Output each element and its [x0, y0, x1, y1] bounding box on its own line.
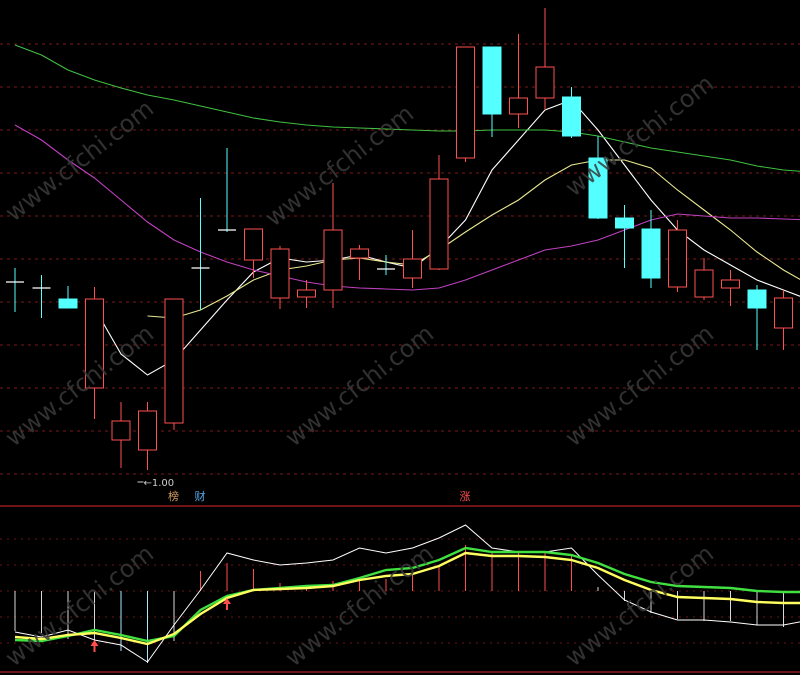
candle-body-up — [403, 258, 422, 279]
candle-body-down — [615, 217, 634, 229]
signal-label: 榜 — [168, 489, 179, 503]
candle-body-up — [244, 228, 263, 261]
low-marker-label: ←1.00 — [144, 478, 175, 489]
candle-body-up — [297, 289, 316, 298]
candle-body-up — [270, 248, 290, 299]
signal-label: 涨 — [460, 490, 471, 503]
candle-body-up — [429, 178, 449, 270]
candle-body-up — [138, 410, 157, 451]
buy-arrow-icon — [90, 640, 99, 652]
candle-body-up — [509, 97, 528, 115]
candle-body-down — [641, 228, 661, 279]
candle-body-down — [562, 96, 581, 137]
candle-body-up — [721, 279, 740, 289]
candle-body-up — [668, 229, 687, 288]
candle-body-down — [747, 289, 767, 309]
candle-body-up — [456, 46, 475, 159]
candle-body-up — [164, 298, 184, 424]
candle-body-down — [482, 46, 502, 115]
candle-body-up — [694, 269, 714, 298]
candle-body-up — [350, 248, 369, 259]
candle-body-down — [58, 298, 78, 309]
candle-body-up — [323, 229, 343, 291]
signal-label: 财 — [195, 489, 206, 503]
candle-body-up — [774, 297, 793, 329]
candle-body-up — [535, 66, 555, 99]
candle-body-up — [111, 420, 131, 441]
